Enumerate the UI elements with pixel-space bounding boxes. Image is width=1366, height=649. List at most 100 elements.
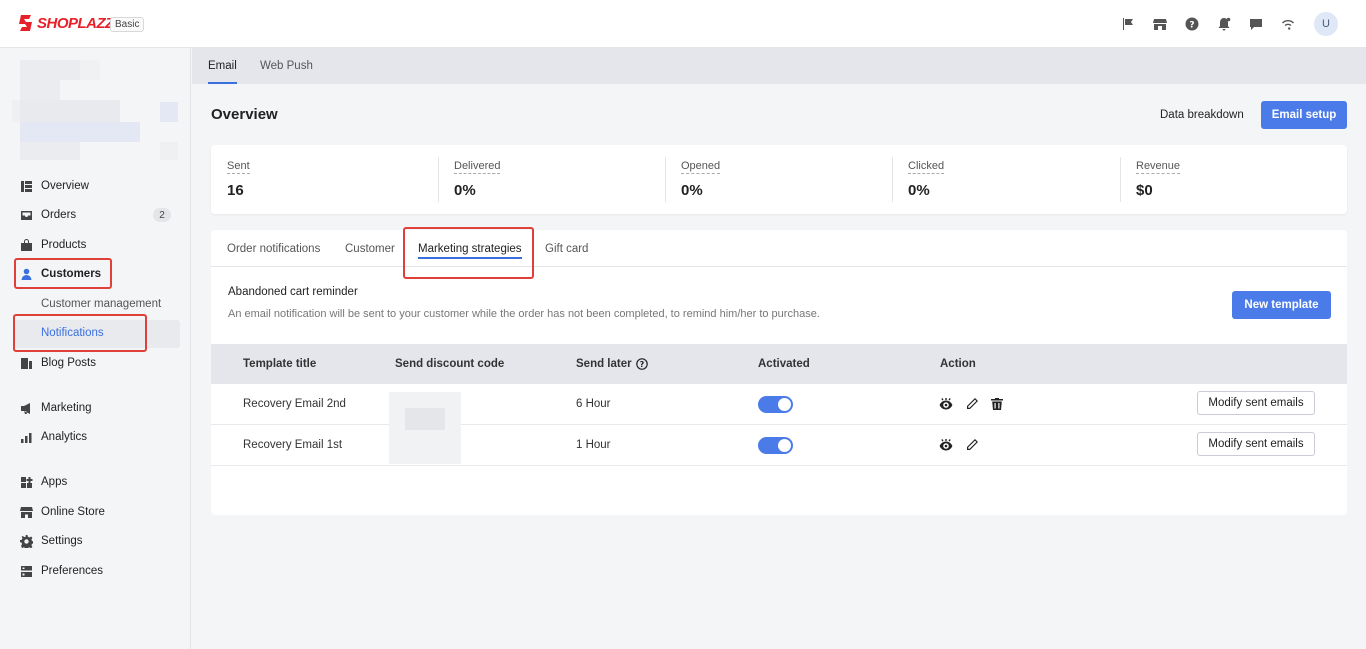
sidebar-item-blog-posts[interactable]: Blog Posts [20,352,96,374]
template-title: Recovery Email 2nd [243,398,346,410]
column-send-later: Send later ? [576,344,648,384]
sidebar-item-label: Blog Posts [41,357,96,369]
send-later-value: 1 Hour [576,439,611,451]
view-icon[interactable] [938,396,954,412]
modify-sent-emails-button[interactable]: Modify sent emails [1197,391,1315,415]
help-circle-icon[interactable]: ? [635,358,648,370]
stat-label[interactable]: Opened [681,160,721,174]
stat-label[interactable]: Delivered [454,160,501,174]
user-avatar[interactable]: U [1314,12,1338,36]
sidebar-item-online-store[interactable]: Online Store [20,501,105,523]
analytics-icon [21,432,32,443]
sidebar-item-settings[interactable]: Settings [20,530,83,552]
stat-value: $0 [1136,182,1153,199]
tab-order-notifications[interactable]: Order notifications [227,230,320,267]
table-header: Template title Send discount code Send l… [211,344,1347,384]
notification-category-tabs: Order notifications Customer Marketing s… [211,227,1347,279]
column-send-discount-code: Send discount code [395,358,505,370]
wifi-icon[interactable] [1276,12,1300,36]
discount-code-blurred [389,392,461,464]
stat-label[interactable]: Revenue [1136,160,1181,174]
sidebar-item-label: Products [41,239,87,251]
stat-label[interactable]: Sent [227,160,250,174]
edit-icon[interactable] [964,437,980,453]
section-description: An email notification will be sent to yo… [228,308,820,320]
stat-value: 0% [681,182,703,199]
store-icon[interactable] [1148,12,1172,36]
stat-label[interactable]: Clicked [908,160,945,174]
stat-value: 0% [908,182,930,199]
tab-gift-card[interactable]: Gift card [545,230,588,267]
page-title: Overview [211,106,278,123]
sidebar-item-label: Apps [41,476,68,488]
view-icon[interactable] [938,437,954,453]
send-later-value: 6 Hour [576,398,611,410]
edit-icon[interactable] [964,396,980,412]
store-info-blurred [12,60,180,160]
tab-email[interactable]: Email [208,48,237,84]
overview-icon [21,180,32,192]
delete-icon[interactable] [989,396,1005,412]
apps-icon [21,476,33,488]
marketing-icon [21,402,30,414]
sidebar: Overview Orders 2 Products Customers Cus… [0,48,191,649]
sidebar-item-label: Analytics [41,431,88,443]
bell-icon[interactable] [1212,12,1236,36]
sidebar-item-products[interactable]: Products [20,234,86,256]
sidebar-item-apps[interactable]: Apps [20,471,67,493]
activated-toggle[interactable] [758,396,793,413]
modify-sent-emails-button[interactable]: Modify sent emails [1197,432,1315,456]
sidebar-item-orders[interactable]: Orders [20,204,76,226]
stat-value: 16 [227,182,244,199]
sidebar-item-marketing[interactable]: Marketing [20,397,92,419]
shoplazza-logo-icon [19,15,32,31]
sidebar-item-label: Customer management [41,298,162,310]
plan-badge: Basic [110,17,145,32]
stat-value: 0% [454,182,476,199]
tab-customer[interactable]: Customer [345,230,395,267]
customers-highlight [14,258,112,289]
column-action: Action [940,358,976,370]
sidebar-item-label: Online Store [41,506,105,518]
help-icon[interactable]: ? [1180,12,1204,36]
sidebar-item-customer-management[interactable]: Customer management [41,294,161,314]
sidebar-item-analytics[interactable]: Analytics [20,426,87,448]
channel-tabs: Email Web Push [192,48,1366,84]
sidebar-item-preferences[interactable]: Preferences [20,560,103,582]
sidebar-item-label: Marketing [41,402,92,414]
sidebar-item-label: Settings [41,535,83,547]
new-template-button[interactable]: New template [1232,291,1331,319]
online-store-icon [20,506,33,518]
blog-icon [21,357,32,369]
sidebar-item-overview[interactable]: Overview [20,175,89,197]
shoplazza-logo[interactable]: SHOPLAZZA [18,14,125,32]
section-title: Abandoned cart reminder [228,286,358,298]
settings-icon [20,534,33,548]
stat-clicked: Clicked 0% [892,145,1119,214]
chat-icon[interactable] [1244,12,1268,36]
orders-icon [21,210,32,220]
top-bar: SHOPLAZZA Basic ? U [0,0,1366,48]
svg-text:?: ? [1189,21,1194,31]
tab-web-push[interactable]: Web Push [260,48,313,84]
svg-text:?: ? [639,360,644,369]
table-row: Recovery Email 2nd 6 Hour Modify sent em… [211,384,1347,425]
stat-delivered: Delivered 0% [438,145,665,214]
sidebar-item-label: Overview [41,180,89,192]
orders-count-badge: 2 [153,208,171,222]
sidebar-item-label: Orders [41,209,77,221]
stat-opened: Opened 0% [665,145,892,214]
stats-card: Sent 16 Delivered 0% Opened 0% Clicked 0… [211,145,1347,214]
sidebar-item-label: Preferences [41,565,104,577]
data-breakdown-button[interactable]: Data breakdown [1150,101,1254,129]
flag-icon[interactable] [1116,12,1140,36]
email-setup-button[interactable]: Email setup [1261,101,1347,129]
column-template-title: Template title [243,358,317,370]
preferences-icon [21,565,32,577]
activated-toggle[interactable] [758,437,793,454]
table-row: Recovery Email 1st 1 Hour Modify sent em… [211,425,1347,466]
template-title: Recovery Email 1st [243,439,343,451]
column-activated: Activated [758,358,810,370]
notifications-highlight [13,314,147,352]
stat-sent: Sent 16 [211,145,438,214]
